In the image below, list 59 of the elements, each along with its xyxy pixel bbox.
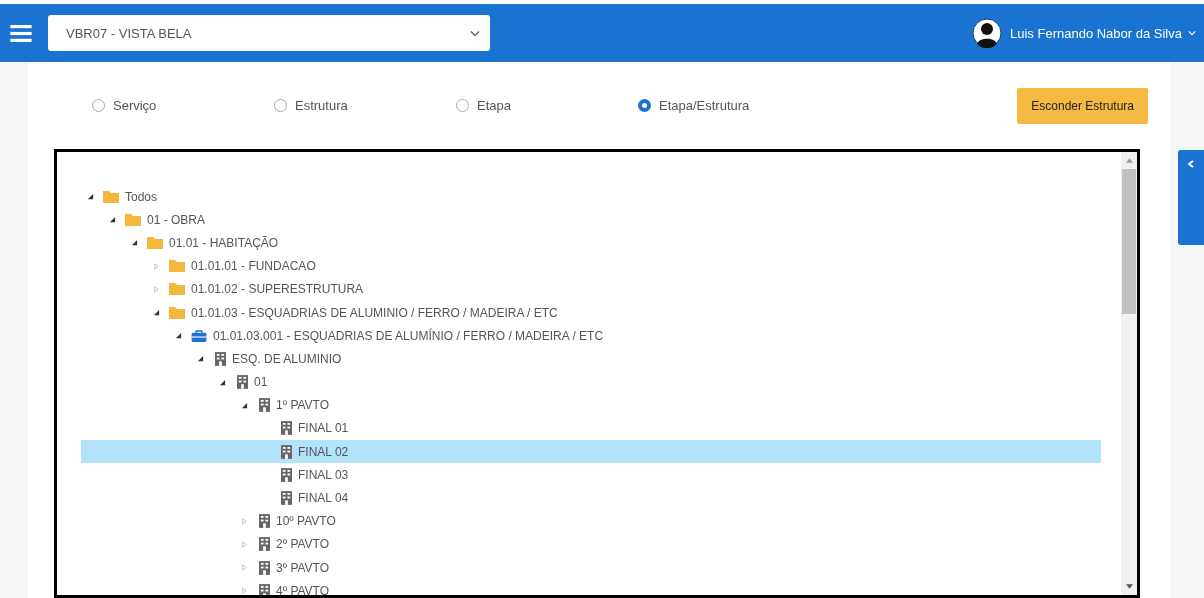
tree-item[interactable]: FINAL 03	[81, 463, 1101, 487]
building-icon	[259, 560, 270, 575]
scroll-down-icon[interactable]	[1125, 584, 1133, 589]
radio-option[interactable]: Etapa/Estrutura	[638, 98, 750, 113]
chevron-left-icon	[1188, 160, 1194, 168]
avatar-icon	[972, 18, 1002, 48]
tree-item[interactable]: Todos	[81, 185, 1101, 209]
briefcase-icon	[191, 329, 207, 342]
collapse-icon[interactable]	[109, 216, 116, 224]
scrollbar[interactable]	[1121, 152, 1137, 595]
building-icon	[259, 398, 270, 413]
tree-item[interactable]: ESQ. DE ALUMINIO	[81, 347, 1101, 371]
radio-option[interactable]: Estrutura	[274, 98, 456, 113]
tree-item[interactable]: 01.01.03.001 - ESQUADRIAS DE ALUMÍNIO / FERRO / MADEIRA / ETC	[81, 324, 1101, 348]
building-icon	[215, 351, 226, 366]
building-icon	[281, 491, 292, 506]
tree-item[interactable]: FINAL 04	[81, 486, 1101, 510]
tree-item[interactable]: 4º PAVTO	[81, 579, 1101, 595]
collapse-icon[interactable]	[175, 332, 182, 340]
chevron-down-icon[interactable]	[1188, 30, 1196, 36]
building-icon	[281, 444, 292, 459]
tree-item[interactable]: 1º PAVTO	[81, 393, 1101, 417]
folder-icon	[125, 213, 141, 226]
folder-icon	[103, 190, 119, 203]
tree-item[interactable]: 10º PAVTO	[81, 509, 1101, 533]
collapse-icon[interactable]	[131, 239, 138, 247]
tree-item[interactable]: 3º PAVTO	[81, 556, 1101, 580]
building-icon	[281, 421, 292, 436]
collapse-icon[interactable]	[87, 193, 94, 201]
site-select[interactable]: VBR07 - VISTA BELA	[48, 15, 490, 51]
building-icon	[259, 583, 270, 595]
user-menu[interactable]: Luis Fernando Nabor da Silva	[1010, 25, 1182, 41]
building-icon	[281, 467, 292, 482]
chevron-down-icon	[470, 29, 480, 37]
collapse-icon[interactable]	[153, 309, 160, 317]
tree-item[interactable]: 01.01 - HABITAÇÃO	[81, 231, 1101, 255]
collapse-icon[interactable]	[241, 401, 248, 409]
tree-item[interactable]: FINAL 02	[81, 440, 1101, 464]
tree-item[interactable]: 01.01.02 - SUPERESTRUTURA	[81, 277, 1101, 301]
radio-option[interactable]: Serviço	[92, 98, 274, 113]
tree-item[interactable]: 01.01.01 - FUNDACAO	[81, 254, 1101, 278]
radio-option[interactable]: Etapa	[456, 98, 638, 113]
collapse-icon[interactable]	[219, 378, 226, 386]
building-icon	[259, 537, 270, 552]
menu-icon[interactable]	[10, 24, 32, 42]
tree-item[interactable]: FINAL 01	[81, 416, 1101, 441]
scroll-up-icon[interactable]	[1125, 158, 1133, 163]
tree-item[interactable]: 01	[81, 370, 1101, 394]
collapse-icon[interactable]	[197, 355, 204, 363]
hide-structure-button[interactable]: Esconder Estrutura	[1017, 87, 1148, 124]
building-icon	[259, 514, 270, 529]
folder-icon	[169, 306, 185, 319]
folder-icon	[147, 236, 163, 249]
tree-item[interactable]: 2º PAVTO	[81, 532, 1101, 556]
building-icon	[237, 375, 248, 390]
folder-icon	[169, 283, 185, 296]
tree-item[interactable]: 01 - OBRA	[81, 208, 1101, 232]
tree-item[interactable]: 01.01.03 - ESQUADRIAS DE ALUMINIO / FERRO / MADEIRA / ETC	[81, 300, 1101, 325]
folder-icon	[169, 260, 185, 273]
